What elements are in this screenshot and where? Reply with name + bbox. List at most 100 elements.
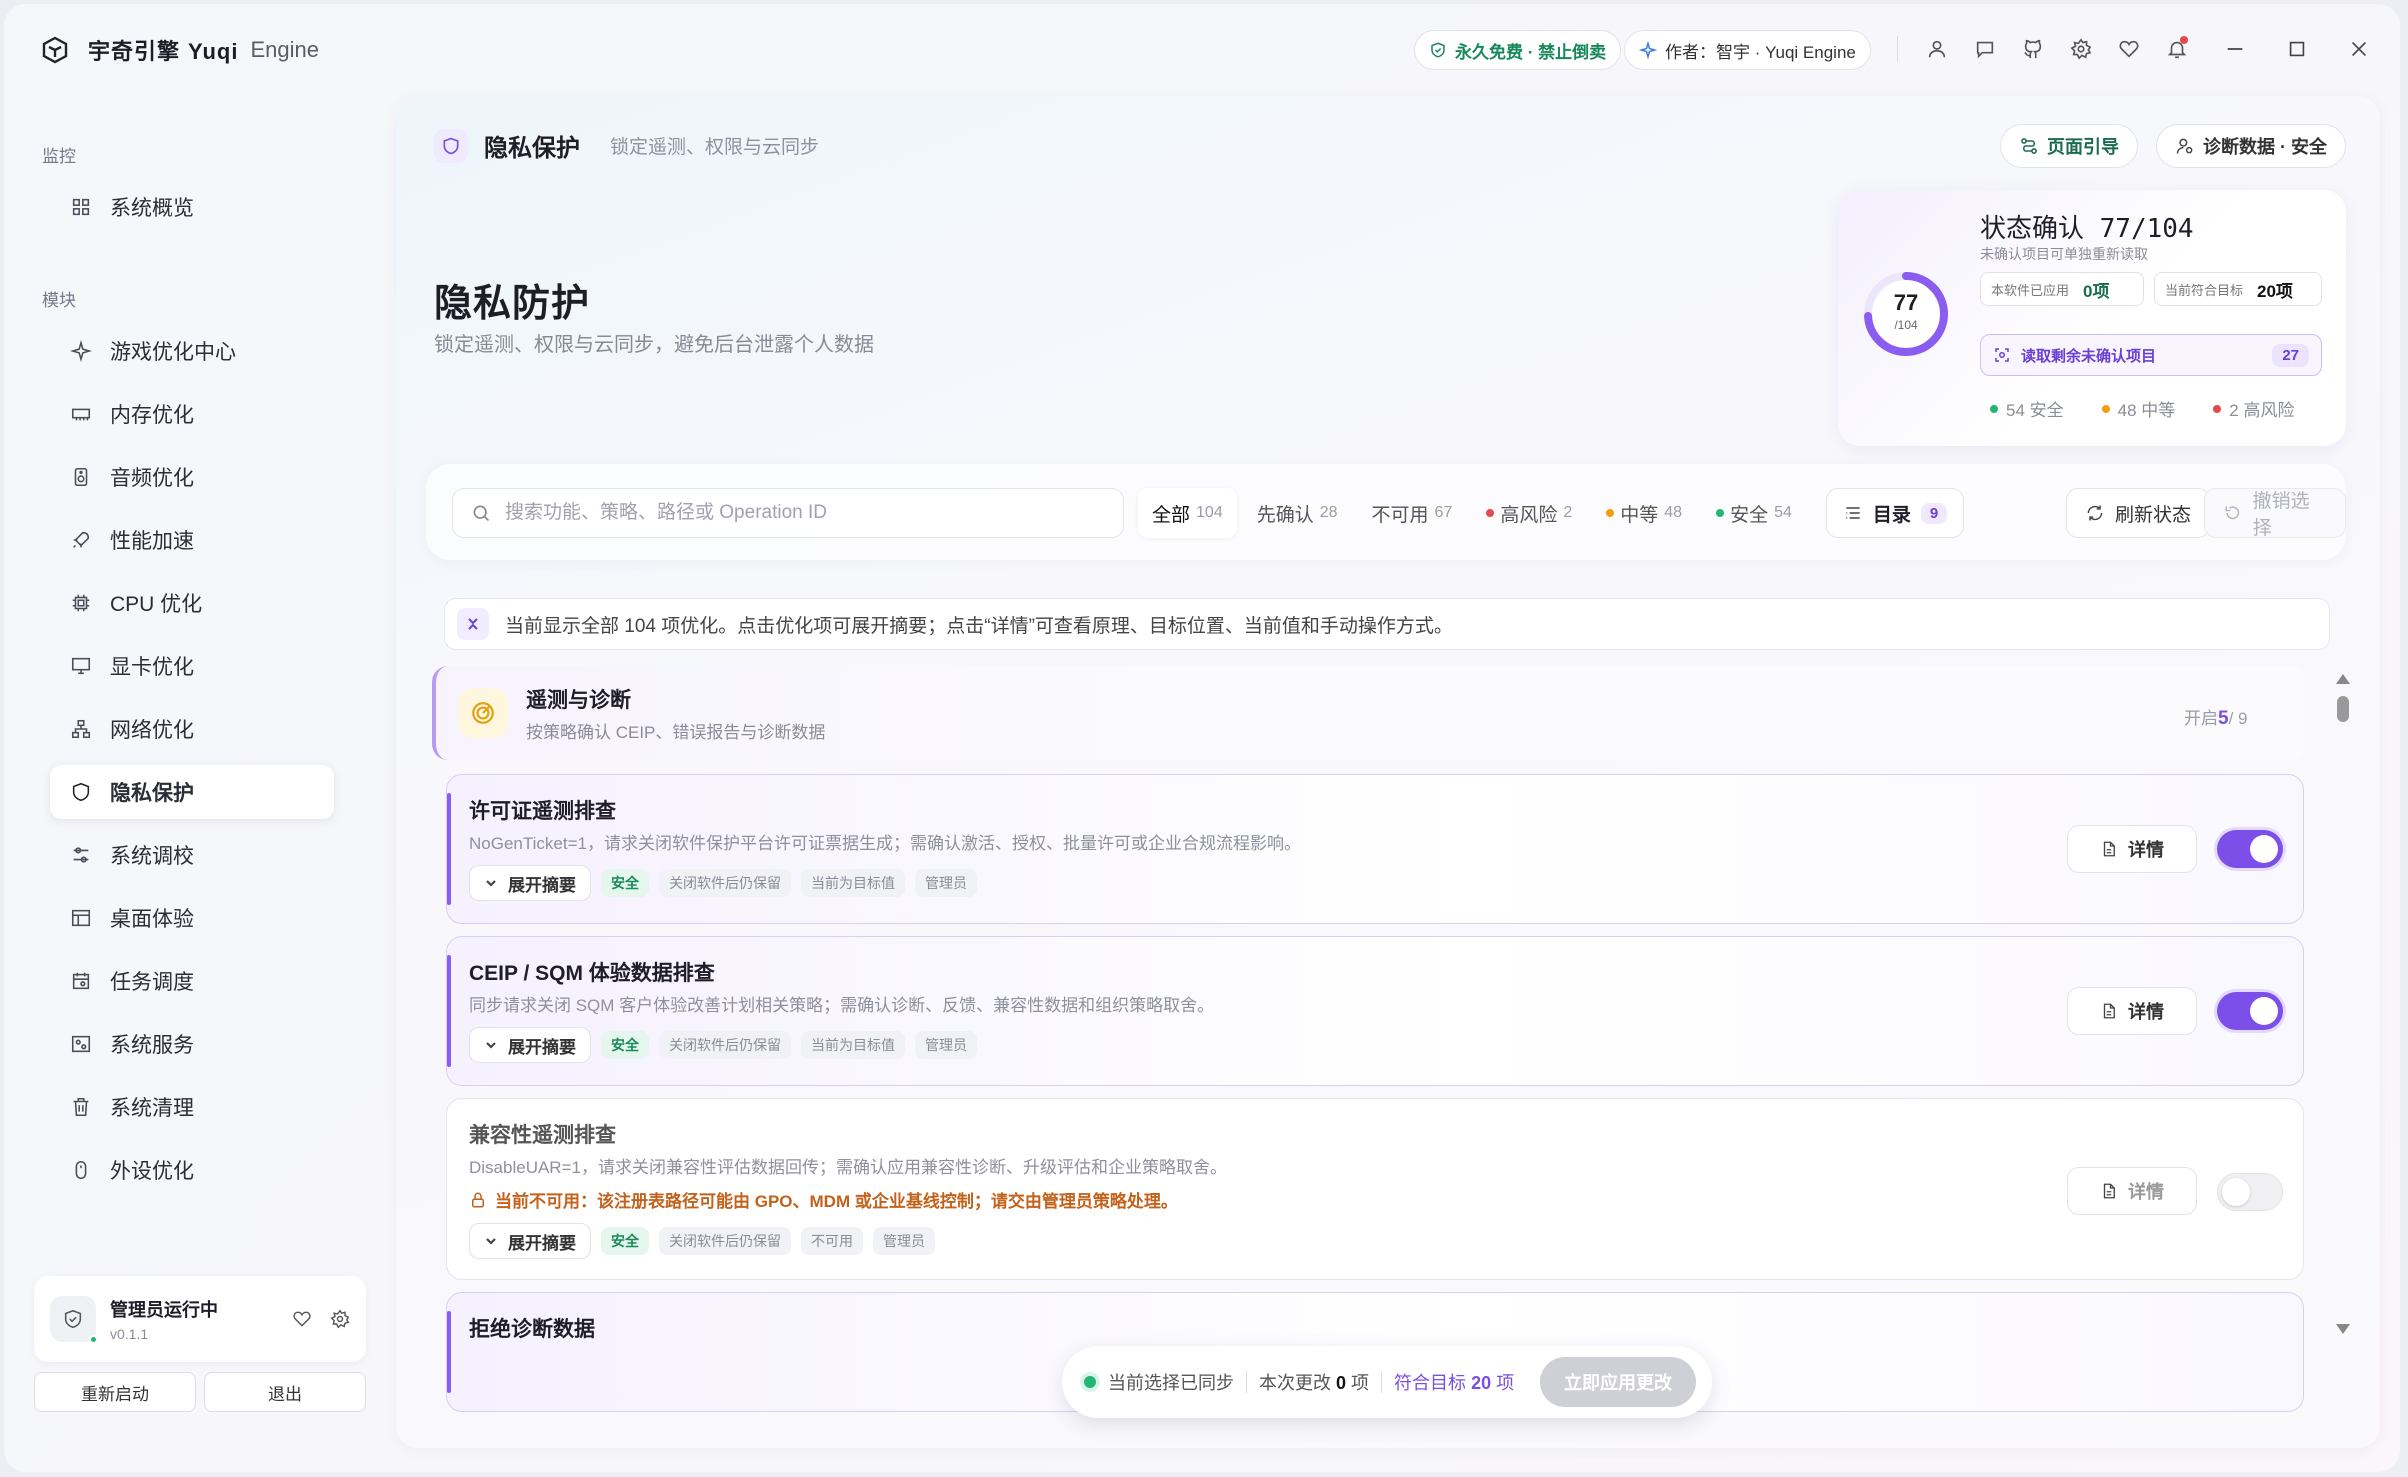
sidebar-item-tuning[interactable]: 系统调校 bbox=[50, 828, 334, 882]
item-title: CEIP / SQM 体验数据排查 bbox=[469, 962, 715, 985]
tag: 不可用 bbox=[801, 1227, 863, 1255]
sidebar-item-network[interactable]: 网络优化 bbox=[50, 702, 334, 756]
apply-changes-button[interactable]: 立即应用更改 bbox=[1540, 1357, 1696, 1407]
gear-icon[interactable] bbox=[2064, 32, 2098, 66]
legend-safe: 54 安全 bbox=[1990, 396, 2064, 421]
refresh-status-button[interactable]: 刷新状态 bbox=[2066, 488, 2211, 538]
app-logo-icon bbox=[42, 36, 68, 64]
read-unconfirmed-button[interactable]: 读取剩余未确认项目 27 bbox=[1980, 334, 2322, 376]
page-subtitle: 锁定遥测、权限与云同步 bbox=[610, 137, 820, 158]
chevron-down-icon bbox=[486, 880, 496, 887]
restart-button[interactable]: 重新启动 bbox=[34, 1372, 196, 1412]
filter-high-risk[interactable]: 高风险 2 bbox=[1472, 488, 1586, 538]
user-icon[interactable] bbox=[1920, 32, 1954, 66]
unconfirmed-count: 27 bbox=[2272, 343, 2309, 367]
sidebar-item-label: 音频优化 bbox=[110, 467, 194, 490]
tag: 关闭软件后仍保留 bbox=[659, 1031, 791, 1059]
item-toggle[interactable] bbox=[2217, 1173, 2283, 1211]
sidebar-item-label: 显卡优化 bbox=[110, 656, 194, 679]
legend-medium: 48 中等 bbox=[2101, 396, 2175, 421]
list-item[interactable]: CEIP / SQM 体验数据排查 同步请求关闭 SQM 客户体验改善计划相关策… bbox=[446, 936, 2304, 1086]
author-badge[interactable]: 作者：智宇 · Yuqi Engine bbox=[1624, 30, 1871, 70]
sidebar-item-overview[interactable]: 系统概览 bbox=[50, 180, 334, 234]
item-description: NoGenTicket=1，请求关闭软件保护平台许可证票据生成；需确认激活、授权… bbox=[469, 834, 1301, 853]
sidebar-item-privacy[interactable]: 隐私保护 bbox=[50, 765, 334, 819]
scrollbar[interactable] bbox=[2336, 674, 2350, 1334]
sidebar-item-audio[interactable]: 音频优化 bbox=[50, 450, 334, 504]
details-button[interactable]: 详情 bbox=[2067, 1167, 2197, 1215]
filter-unavailable[interactable]: 不可用 67 bbox=[1358, 488, 1467, 538]
legend-high: 2 高风险 bbox=[2213, 396, 2294, 421]
scroll-thumb[interactable] bbox=[2337, 696, 2349, 722]
status-subtitle: 未确认项目可单独重新读取 bbox=[1980, 246, 2148, 262]
filter-safe[interactable]: 安全 54 bbox=[1702, 488, 1806, 538]
tag: 管理员 bbox=[915, 1031, 977, 1059]
sidebar-item-label: 系统概览 bbox=[110, 197, 194, 220]
details-button[interactable]: 详情 bbox=[2067, 987, 2197, 1035]
details-button[interactable]: 详情 bbox=[2067, 825, 2197, 873]
filter-confirm-first[interactable]: 先确认 28 bbox=[1243, 488, 1352, 538]
sidebar-item-performance[interactable]: 性能加速 bbox=[50, 513, 334, 567]
page-guide-button[interactable]: 页面引导 bbox=[2000, 124, 2138, 168]
sidebar-item-scheduler[interactable]: 任务调度 bbox=[50, 954, 334, 1008]
expand-summary-button[interactable]: 展开摘要 bbox=[469, 865, 591, 901]
bottom-action-bar: 当前选择已同步 本次更改 0 项 符合目标 20 项 立即应用更改 bbox=[1062, 1346, 1712, 1418]
lock-icon bbox=[472, 1192, 484, 1207]
breadcrumb: 隐私保护 锁定遥测、权限与云同步 bbox=[434, 128, 819, 163]
tag: 关闭软件后仍保留 bbox=[659, 869, 791, 897]
expand-summary-button[interactable]: 展开摘要 bbox=[469, 1223, 591, 1259]
github-icon[interactable] bbox=[2016, 32, 2050, 66]
cpu-icon bbox=[72, 594, 90, 612]
sidebar-item-peripherals[interactable]: 外设优化 bbox=[50, 1143, 334, 1197]
minimize-icon[interactable] bbox=[2218, 32, 2252, 66]
title-bar: 宇奇引擎 Yuqi Engine 永久免费 · 禁止倒卖 作者：智宇 · Yuqi… bbox=[4, 4, 2400, 96]
document-icon bbox=[2103, 1183, 2115, 1199]
maximize-icon[interactable] bbox=[2280, 32, 2314, 66]
exit-button[interactable]: 退出 bbox=[204, 1372, 366, 1412]
monitor-icon bbox=[71, 657, 91, 675]
speaker-icon bbox=[74, 467, 88, 487]
list-item[interactable]: 许可证遥测排查 NoGenTicket=1，请求关闭软件保护平台许可证票据生成；… bbox=[446, 774, 2304, 924]
collapse-icon[interactable] bbox=[457, 608, 489, 640]
heart-icon[interactable] bbox=[2112, 32, 2146, 66]
search-input[interactable] bbox=[505, 502, 1105, 524]
sidebar-item-gpu[interactable]: 显卡优化 bbox=[50, 639, 334, 693]
item-tags: 展开摘要 安全 关闭软件后仍保留 不可用 管理员 bbox=[469, 1223, 935, 1259]
filter-all[interactable]: 全部 104 bbox=[1138, 488, 1237, 538]
diagnostic-data-button[interactable]: 诊断数据 · 安全 bbox=[2156, 124, 2346, 168]
search-box[interactable] bbox=[452, 488, 1124, 538]
heart-icon[interactable] bbox=[292, 1309, 312, 1329]
message-icon[interactable] bbox=[1968, 32, 2002, 66]
item-tags: 展开摘要 安全 关闭软件后仍保留 当前为目标值 管理员 bbox=[469, 865, 977, 901]
close-icon[interactable] bbox=[2342, 32, 2376, 66]
scroll-up-arrow[interactable] bbox=[2336, 674, 2350, 684]
item-description: 同步请求关闭 SQM 客户体验改善计划相关策略；需确认诊断、反馈、兼容性数据和组… bbox=[469, 996, 1215, 1015]
sidebar-section-monitor: 监控 bbox=[42, 147, 76, 166]
tag: 管理员 bbox=[873, 1227, 935, 1255]
toc-button[interactable]: 目录 9 bbox=[1825, 488, 1965, 538]
sidebar-section-modules: 模块 bbox=[42, 291, 76, 310]
undo-selection-button[interactable]: 撤销选择 bbox=[2204, 488, 2346, 539]
expand-summary-button[interactable]: 展开摘要 bbox=[469, 1027, 591, 1063]
shield-icon bbox=[434, 128, 468, 163]
scroll-down-arrow[interactable] bbox=[2336, 1324, 2350, 1334]
chevron-down-icon bbox=[486, 1042, 496, 1049]
list-item[interactable]: 兼容性遥测排查 DisableUAR=1，请求关闭兼容性评估数据回传；需确认应用… bbox=[446, 1098, 2304, 1280]
item-toggle[interactable] bbox=[2217, 992, 2283, 1030]
sidebar-item-desktop[interactable]: 桌面体验 bbox=[50, 891, 334, 945]
sidebar-item-game[interactable]: 游戏优化中心 bbox=[50, 324, 334, 378]
gear-icon[interactable] bbox=[330, 1309, 350, 1329]
page-title: 隐私保护 bbox=[484, 135, 580, 162]
filter-medium[interactable]: 中等 48 bbox=[1592, 488, 1696, 538]
grid-icon bbox=[72, 198, 90, 216]
search-icon bbox=[473, 505, 490, 522]
sidebar-item-memory[interactable]: 内存优化 bbox=[50, 387, 334, 441]
item-toggle[interactable] bbox=[2217, 830, 2283, 868]
sidebar-item-services[interactable]: 系统服务 bbox=[50, 1017, 334, 1071]
toc-count: 9 bbox=[1920, 502, 1948, 524]
sidebar-item-cleanup[interactable]: 系统清理 bbox=[50, 1080, 334, 1134]
group-header[interactable]: 遥测与诊断 按策略确认 CEIP、错误报告与诊断数据 开启5/ 9 bbox=[432, 666, 2308, 760]
sidebar-item-cpu[interactable]: CPU 优化 bbox=[50, 576, 334, 630]
bell-icon[interactable] bbox=[2160, 32, 2194, 66]
list-icon bbox=[1846, 507, 1860, 519]
